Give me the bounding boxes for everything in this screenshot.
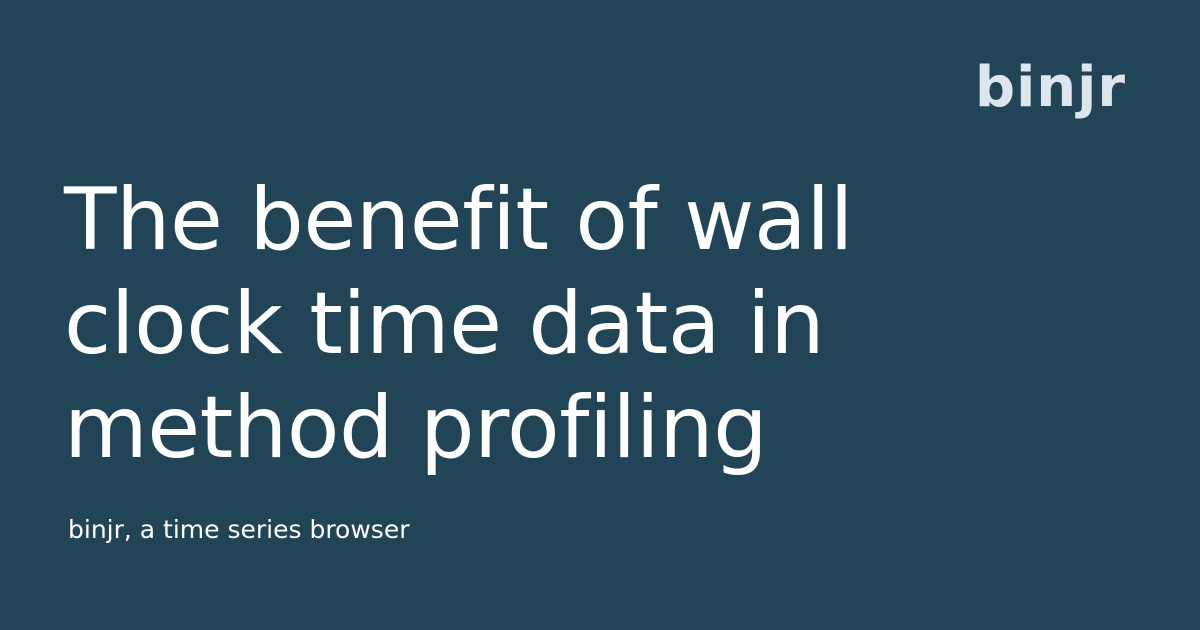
title-line: clock time data in [64,274,825,374]
site-tagline: binjr, a time series browser [68,515,410,544]
title-line: The benefit of wall [64,170,853,270]
title-line: method profiling [64,378,768,478]
social-card: binjr The benefit of wall clock time dat… [0,0,1200,630]
page-title: The benefit of wall clock time data in m… [64,168,1024,480]
binjr-logo: binjr [975,55,1126,120]
logo-text: binjr [975,55,1126,120]
